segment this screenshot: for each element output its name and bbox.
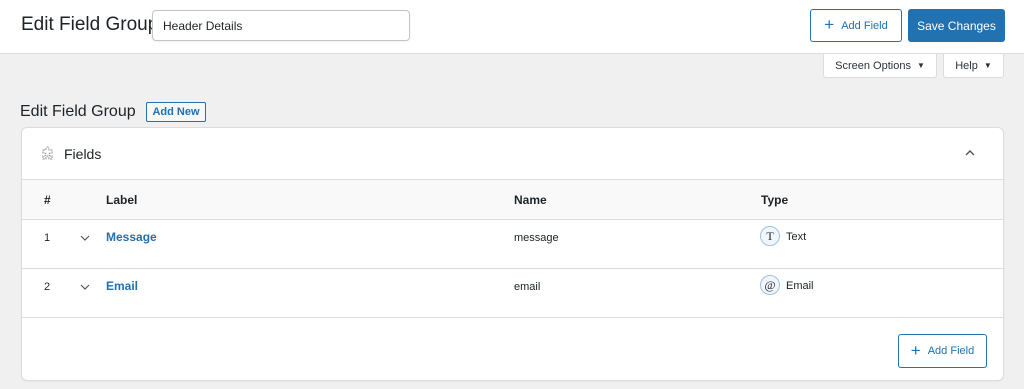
help-toggle[interactable]: Help ▼ bbox=[943, 54, 1004, 78]
chevron-up-icon[interactable] bbox=[963, 146, 977, 160]
text-type-icon: T bbox=[760, 226, 780, 246]
top-bar: Edit Field Group + Add Field Save Change… bbox=[0, 0, 1024, 54]
field-order: 1 bbox=[44, 232, 51, 244]
column-header-type: Type bbox=[761, 193, 789, 207]
fields-postbox: Fields # Label Name Type 1 Message messa… bbox=[21, 127, 1004, 381]
save-changes-button[interactable]: Save Changes bbox=[908, 9, 1005, 42]
field-order: 2 bbox=[44, 281, 51, 293]
field-name: message bbox=[514, 232, 559, 244]
fields-table-header: # Label Name Type bbox=[22, 180, 1003, 220]
column-header-name: Name bbox=[514, 193, 547, 207]
field-label-link[interactable]: Message bbox=[106, 230, 157, 244]
fields-box-title: Fields bbox=[64, 146, 102, 162]
email-type-icon: @ bbox=[760, 275, 780, 295]
screen-options-label: Screen Options bbox=[835, 59, 911, 72]
plus-icon: + bbox=[910, 340, 921, 360]
add-field-button-bottom[interactable]: + Add Field bbox=[898, 334, 987, 368]
field-label-link[interactable]: Email bbox=[106, 279, 138, 293]
field-type: Text bbox=[786, 231, 807, 243]
field-type: Email bbox=[786, 280, 814, 292]
column-header-order: # bbox=[44, 193, 51, 207]
puzzle-icon bbox=[42, 146, 53, 160]
add-field-button-top[interactable]: + Add Field bbox=[810, 9, 902, 42]
field-name: email bbox=[514, 281, 541, 293]
column-header-label: Label bbox=[106, 193, 138, 207]
screen-options-toggle[interactable]: Screen Options ▼ bbox=[823, 54, 937, 78]
caret-down-icon: ▼ bbox=[983, 61, 992, 70]
table-row: 1 Message message T Text bbox=[22, 220, 1003, 269]
table-row: 2 Email email @ Email bbox=[22, 269, 1003, 318]
page-title: Edit Field Group bbox=[20, 103, 136, 120]
add-field-label: Add Field bbox=[927, 345, 975, 357]
add-new-button[interactable]: Add New bbox=[146, 102, 206, 122]
plus-icon: + bbox=[824, 15, 835, 34]
field-group-title-input[interactable] bbox=[152, 10, 410, 41]
chevron-down-icon[interactable] bbox=[80, 234, 90, 242]
chevron-down-icon[interactable] bbox=[80, 283, 90, 291]
add-field-label: Add Field bbox=[841, 19, 888, 32]
caret-down-icon: ▼ bbox=[916, 61, 925, 70]
fields-postbox-header: Fields bbox=[22, 128, 1003, 180]
header-title: Edit Field Group bbox=[21, 14, 159, 35]
help-label: Help bbox=[955, 59, 978, 72]
